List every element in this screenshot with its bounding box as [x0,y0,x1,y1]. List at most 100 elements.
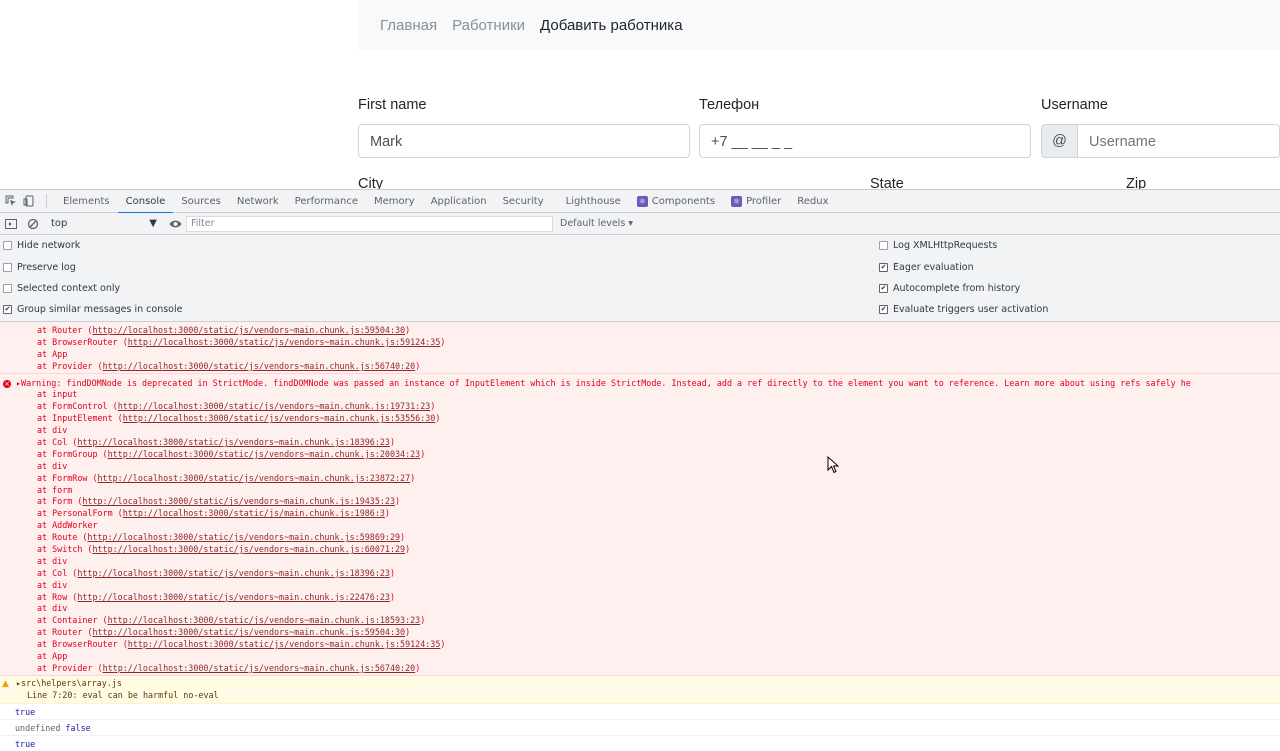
context-select-value: top [51,218,68,229]
setting-log-xhr[interactable]: Log XMLHttpRequests [879,235,997,256]
nav-link-workers[interactable]: Работники [452,17,525,34]
sidebar-toggle-icon[interactable] [4,217,18,231]
stack-link[interactable]: http://localhost:3000/static/js/vendors~… [92,325,405,335]
setting-group-similar[interactable]: ✔ Group similar messages in console [3,299,182,320]
react-profiler-icon: ⚛ [731,195,743,207]
stack-link[interactable]: http://localhost:3000/static/js/vendors~… [118,401,431,411]
setting-evaluate-triggers[interactable]: ✔ Evaluate triggers user activation [879,299,1048,320]
context-select[interactable]: top ▼ [48,215,160,233]
stack-link[interactable]: http://localhost:3000/static/js/vendors~… [77,592,390,602]
setting-eager-evaluation[interactable]: ✔ Eager evaluation [879,257,974,278]
error-icon: × [3,379,11,388]
device-toolbar-icon[interactable] [22,194,36,208]
tab-sources[interactable]: Sources [173,190,229,213]
phone-input[interactable]: +7 __ __ _ _ [699,124,1031,158]
tab-components-label: Components [651,195,716,207]
stack-link[interactable]: http://localhost:3000/static/js/vendors~… [123,413,436,423]
checkbox[interactable] [3,241,12,250]
setting-label: Log XMLHttpRequests [893,240,998,251]
warning-file[interactable]: ▸src\helpers\array.js [0,678,1280,690]
checkbox-checked[interactable]: ✔ [879,284,888,293]
checkbox[interactable] [3,263,12,272]
tab-console[interactable]: Console [117,190,174,214]
stack-line: at BrowserRouter (http://localhost:3000/… [37,639,446,650]
stack-line: at App [37,348,68,359]
first-name-input[interactable]: Mark [358,124,690,158]
stack-line: at Col (http://localhost:3000/static/js/… [37,437,396,448]
tab-redux[interactable]: Redux [789,190,836,213]
mouse-pointer-icon [827,456,839,474]
tab-application[interactable]: Application [423,190,495,213]
stack-link[interactable]: http://localhost:3000/static/js/vendors~… [92,544,405,554]
stack-link[interactable]: http://localhost:3000/static/js/vendors~… [98,473,411,483]
setting-label: Hide network [17,240,81,251]
tab-profiler-label: Profiler [746,195,782,207]
checkbox[interactable] [3,284,12,293]
web-page: Главная Работники Добавить работника Fir… [0,0,1280,189]
checkbox[interactable] [879,241,888,250]
stack-line: at Row (http://localhost:3000/static/js/… [37,591,396,602]
checkbox-checked[interactable]: ✔ [879,263,888,272]
stack-line: at Provider (http://localhost:3000/stati… [37,360,421,371]
log-levels-dropdown[interactable]: Default levels ▾ [560,218,633,229]
tab-profiler[interactable]: ⚛ Profiler [723,190,789,213]
inspect-element-icon[interactable] [4,194,18,208]
nav-link-add-worker[interactable]: Добавить работника [540,17,683,34]
stack-line: at Col (http://localhost:3000/static/js/… [37,567,396,578]
tab-memory[interactable]: Memory [366,190,423,213]
stack-link[interactable]: http://localhost:3000/static/js/vendors~… [108,615,421,625]
nav-link-home[interactable]: Главная [380,17,437,34]
state-label: State [870,176,904,189]
result-value: undefined [15,722,61,733]
first-name-label: First name [358,97,427,113]
stack-line: at BrowserRouter (http://localhost:3000/… [37,336,446,347]
stack-link[interactable]: http://localhost:3000/static/js/vendors~… [92,627,405,637]
filter-input[interactable]: Filter [186,215,553,232]
tab-components[interactable]: ⚛ Components [629,190,723,213]
console-result: true [0,704,1280,720]
stack-line: at Form (http://localhost:3000/static/js… [37,496,401,507]
stack-line: at InputElement (http://localhost:3000/s… [37,413,441,424]
stack-line: at Router (http://localhost:3000/static/… [37,627,411,638]
stack-link[interactable]: http://localhost:3000/static/js/main.chu… [123,508,385,518]
stack-line: at Router (http://localhost:3000/static/… [37,325,411,335]
username-label: Username [1041,97,1108,113]
stack-link[interactable]: http://localhost:3000/static/js/vendors~… [77,568,390,578]
tab-performance[interactable]: Performance [287,190,366,213]
console-settings: Hide network Preserve log Selected conte… [0,235,1280,322]
stack-link[interactable]: http://localhost:3000/static/js/vendors~… [87,532,400,542]
tab-security[interactable]: Security [495,190,552,213]
tab-network[interactable]: Network [229,190,287,213]
setting-label: Selected context only [17,283,121,294]
stack-link[interactable]: http://localhost:3000/static/js/vendors~… [128,337,441,347]
stack-link[interactable]: http://localhost:3000/static/js/vendors~… [103,361,416,371]
setting-preserve-log[interactable]: Preserve log [3,257,76,278]
navbar: Главная Работники Добавить работника [358,0,1280,50]
stack-line: at input [37,389,78,400]
stack-link[interactable]: http://localhost:3000/static/js/vendors~… [108,449,421,459]
checkbox-checked[interactable]: ✔ [3,305,12,314]
zip-label: Zip [1126,176,1147,189]
live-expression-eye-icon[interactable] [168,217,182,231]
stack-line: at div [37,579,68,590]
setting-hide-network[interactable]: Hide network [3,235,80,256]
stack-link[interactable]: http://localhost:3000/static/js/vendors~… [77,437,390,447]
username-input[interactable]: Username [1077,124,1280,158]
stack-link[interactable]: http://localhost:3000/static/js/vendors~… [128,639,441,649]
clear-console-icon[interactable] [26,217,40,231]
error-text[interactable]: ▸Warning: findDOMNode is deprecated in S… [0,378,1280,390]
tab-elements[interactable]: Elements [55,190,118,213]
stack-line: at Route (http://localhost:3000/static/j… [37,532,406,543]
phone-label: Телефон [699,97,760,113]
stack-line: at form [37,484,73,495]
stack-link[interactable]: http://localhost:3000/static/js/vendors~… [82,496,395,506]
setting-autocomplete-history[interactable]: ✔ Autocomplete from history [879,278,1020,299]
stack-link[interactable]: http://localhost:3000/static/js/vendors~… [103,663,416,673]
username-prefix: @ [1041,124,1078,158]
city-label: City [358,176,383,189]
tab-lighthouse[interactable]: Lighthouse [558,190,629,213]
stack-line: at div [37,460,68,471]
devtools-tabbar: Elements Console Sources Network Perform… [0,190,1280,214]
setting-selected-context-only[interactable]: Selected context only [3,278,120,299]
checkbox-checked[interactable]: ✔ [879,305,888,314]
